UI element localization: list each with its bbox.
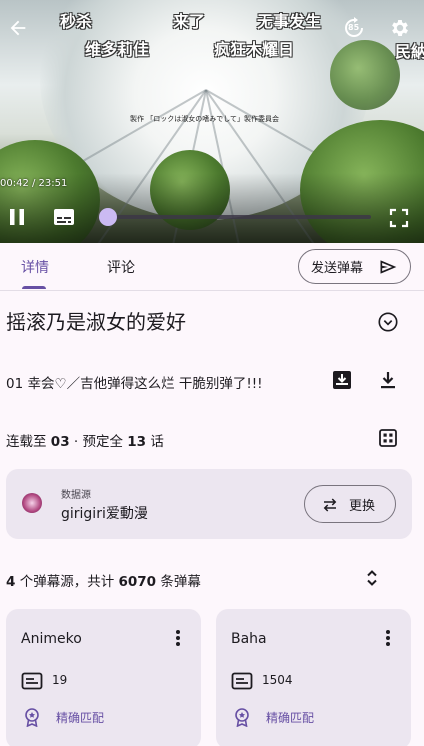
skip-seconds-label: 85 [348,23,360,32]
change-source-button[interactable]: 更换 [304,485,396,523]
danmaku-comment: 无事发生 [257,12,322,31]
send-icon [378,257,398,281]
danmaku-source-card[interactable]: Animeko 19 精确匹配 [6,609,201,746]
danmaku-source-count: 4 [6,574,16,590]
subtitles-icon[interactable] [52,206,76,228]
skip-forward-icon[interactable]: 85 [342,16,366,40]
danmaku-summary: 4 个弹幕源，共计 6070 条弹幕 [6,570,201,590]
danmaku-comment: 疯狂木耀日 [214,40,295,59]
detail-tab-bar: 详情 评论 发送弹幕 [0,243,424,291]
danmaku-summary-suffix: 条弹幕 [156,574,201,590]
change-source-label: 更换 [349,498,376,514]
airing-status: 连载至 03 · 预定全 13 话 [6,430,164,450]
danmaku-total-count: 6070 [118,574,157,590]
verified-badge-icon [232,707,252,731]
airing-status-prefix: 连载至 [6,434,51,450]
data-source-caption: 数据源 [61,490,91,501]
data-source-card: 数据源 girigiri爱動漫 更换 [6,469,412,539]
playback-timecode: 00:42 / 23:51 [0,178,68,189]
subtitles-count-icon [21,672,43,694]
tab-comments[interactable]: 评论 [107,243,135,290]
expand-details-button[interactable] [376,310,400,334]
gear-icon[interactable] [388,16,412,40]
danmaku-source-name: Animeko [21,631,82,647]
danmaku-comment: 民納 [395,42,424,61]
send-danmaku-label: 发送弹幕 [311,261,364,276]
danmaku-comment: 来了 [173,12,206,31]
episode-grid-icon[interactable] [376,426,400,450]
danmaku-source-card[interactable]: Baha 1504 精确匹配 [216,609,411,746]
more-vert-icon[interactable] [175,629,181,651]
danmaku-summary-middle: 个弹幕源，共计 [15,574,119,590]
airing-current-episode: 03 [50,434,70,450]
more-vert-icon[interactable] [385,629,391,651]
progress-slider-track[interactable] [103,215,371,219]
tab-details[interactable]: 详情 [21,243,49,290]
anime-title: 摇滚乃是淑女的爱好 [6,310,186,334]
video-player[interactable]: 秒杀 来了 无事发生 维多莉佳 疯狂木耀日 民納 製作 「ロックは淑女の嗜みでし… [0,0,424,243]
source-logo-icon [22,493,42,513]
subtitles-count-icon [231,672,253,694]
fullscreen-icon[interactable] [388,207,410,229]
unfold-more-icon[interactable] [360,566,384,590]
data-source-name: girigiri爱動漫 [61,506,148,522]
download-icon[interactable] [376,368,400,392]
danmaku-count: 19 [52,673,68,687]
danmaku-comment: 维多莉佳 [85,40,150,59]
video-frame-foliage [330,40,400,110]
airing-status-suffix: 话 [146,434,164,450]
pause-icon[interactable] [6,206,28,228]
match-status-label: 精确匹配 [266,711,315,725]
send-danmaku-button[interactable]: 发送弹幕 [298,249,411,284]
danmaku-count: 1504 [262,673,293,687]
airing-total-episodes: 13 [127,434,147,450]
active-tab-indicator [22,286,46,289]
danmaku-comment: 秒杀 [60,12,93,31]
video-credit-caption: 製作 「ロックは淑女の嗜みでして」製作委員会 [130,115,280,123]
swap-horiz-icon [321,496,339,518]
arrow-back-icon[interactable] [6,16,30,40]
airing-status-middle: · 预定全 [69,434,128,450]
verified-badge-icon [22,707,42,731]
danmaku-source-name: Baha [231,631,267,647]
current-episode-label: 01 幸会♡／吉他弹得这么烂 干脆别弹了!!! [6,376,263,392]
cache-episode-button[interactable] [330,368,354,392]
match-status-label: 精确匹配 [56,711,105,725]
